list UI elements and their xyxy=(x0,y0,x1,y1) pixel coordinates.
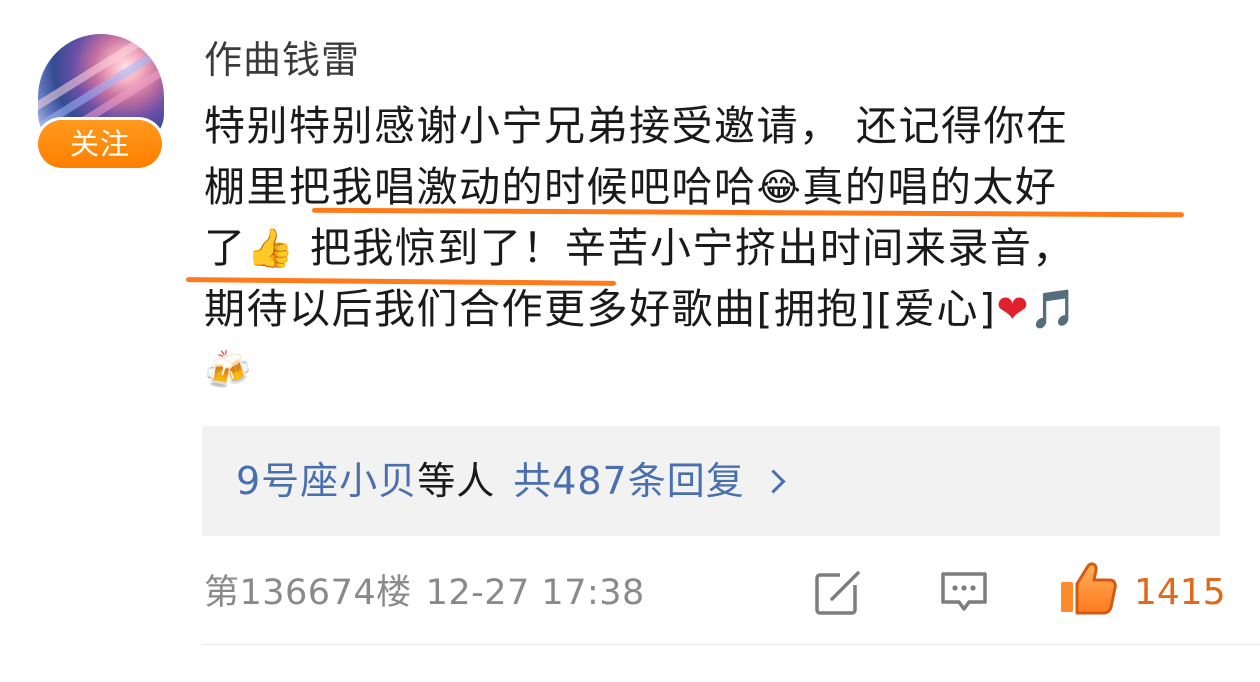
comment-text-segment: 特别特别感谢小宁兄弟接受邀请， 还记得你在 xyxy=(204,102,1069,150)
timestamp: 12-27 17:38 xyxy=(425,573,645,613)
reply-user-link[interactable]: 9号座小贝 xyxy=(236,459,417,503)
comment-line: 了👍 把我惊到了！辛苦小宁挤出时间来录音， xyxy=(204,218,1214,279)
laughing-emoji-icon: 😂 xyxy=(756,165,803,209)
avatar-block: 关注 xyxy=(38,34,166,168)
replies-summary[interactable]: 9号座小贝等人 共487条回复 xyxy=(236,456,786,506)
divider xyxy=(202,644,1260,645)
comment-text-segment: 期待以后我们合作更多好歌曲[拥抱][爱心] xyxy=(204,285,997,333)
edit-icon[interactable] xyxy=(812,566,864,618)
comment-icon[interactable] xyxy=(938,566,990,618)
comment-line: 特别特别感谢小宁兄弟接受邀请， 还记得你在 xyxy=(204,96,1214,157)
comment-text-segment: 把我惊到了！辛苦小宁挤出时间来录音， xyxy=(295,224,1075,272)
heart-emoji-icon: ❤ xyxy=(996,287,1030,331)
music-note-emoji-icon: 🎵 xyxy=(1029,287,1079,331)
comment-text: 特别特别感谢小宁兄弟接受邀请， 还记得你在 棚里把我唱激动的时候吧哈哈😂真的唱的… xyxy=(204,96,1214,401)
follow-button[interactable]: 关注 xyxy=(38,120,162,168)
like-count: 1415 xyxy=(1134,572,1226,613)
comment-text-segment: 真的唱的太好 xyxy=(802,163,1058,211)
comment-text-segment: 棚里把我唱激动的时候吧哈哈 xyxy=(204,163,757,211)
chevron-right-icon xyxy=(761,469,786,494)
floor-number: 第136674楼 xyxy=(204,573,412,613)
username[interactable]: 作曲钱雷 xyxy=(204,36,360,84)
comment-meta: 第136674楼 12-27 17:38 xyxy=(204,570,645,616)
reply-etc-label: 等人 xyxy=(417,459,496,503)
comment-text-segment: 了 xyxy=(204,224,247,272)
comment-line: 🍻 xyxy=(204,340,1214,401)
reply-count-link[interactable]: 共487条回复 xyxy=(513,459,745,503)
replies-box[interactable]: 9号座小贝等人 共487条回复 xyxy=(202,426,1220,536)
thumbs-up-icon[interactable] xyxy=(1058,560,1118,616)
beer-mugs-emoji-icon: 🍻 xyxy=(204,348,253,392)
thumbs-up-emoji-icon: 👍 xyxy=(246,226,296,270)
comment-line: 期待以后我们合作更多好歌曲[拥抱][爱心]❤🎵 xyxy=(204,279,1214,340)
comment-card: 关注 作曲钱雷 特别特别感谢小宁兄弟接受邀请， 还记得你在 棚里把我唱激动的时候… xyxy=(0,0,1260,682)
